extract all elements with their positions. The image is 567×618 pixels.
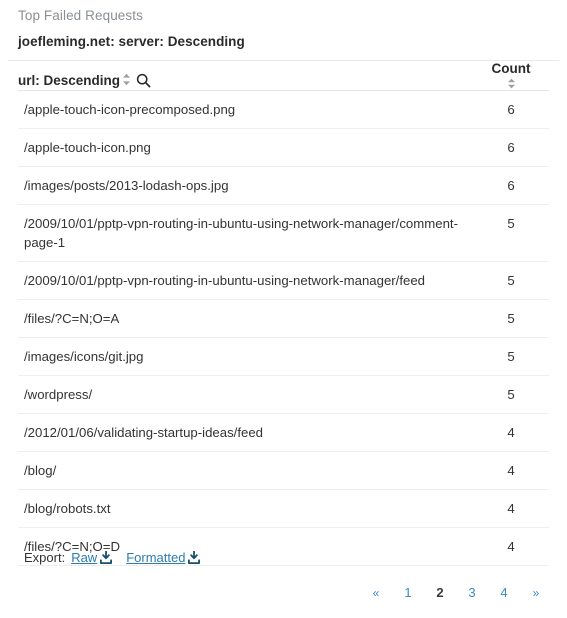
- pagination-page-4[interactable]: 4: [497, 585, 511, 600]
- column-header-url[interactable]: url: Descending: [18, 61, 473, 91]
- column-header-count[interactable]: Count: [473, 61, 549, 91]
- download-icon[interactable]: [100, 551, 113, 564]
- table-row: /apple-touch-icon-precomposed.png 6: [18, 90, 549, 129]
- cell-url: /files/?C=N;O=A: [18, 299, 473, 338]
- cell-count: 6: [473, 128, 549, 167]
- search-icon[interactable]: [136, 73, 151, 88]
- cell-url: /blog/: [18, 451, 473, 490]
- report-table-wrapper: url: Descending Count /apple-touch-icon-…: [0, 61, 567, 566]
- pagination-page-2: 2: [436, 585, 444, 600]
- table-row: /blog/4: [18, 451, 549, 490]
- cell-count: 6: [473, 90, 549, 129]
- export-label: Export:: [24, 550, 66, 565]
- pagination-next[interactable]: »: [529, 586, 543, 600]
- panel-subtitle: joefleming.net: server: Descending: [18, 34, 245, 49]
- cell-count: 4: [473, 413, 549, 452]
- table-row: /2009/10/01/pptp-vpn-routing-in-ubuntu-u…: [18, 204, 549, 262]
- panel-header: Top Failed Requests joefleming.net: serv…: [0, 0, 567, 53]
- table-row: /files/?C=N;O=A 5: [18, 299, 549, 338]
- table-row: /images/icons/git.jpg 5: [18, 337, 549, 376]
- cell-count: 4: [473, 527, 549, 566]
- cell-url: /images/icons/git.jpg: [18, 337, 473, 376]
- table-body: /apple-touch-icon-precomposed.png 6/apple…: [18, 90, 549, 566]
- export-formatted-link[interactable]: Formatted: [126, 550, 185, 565]
- table-row: /2009/10/01/pptp-vpn-routing-in-ubuntu-u…: [18, 261, 549, 300]
- pagination-prev[interactable]: «: [369, 586, 383, 600]
- cell-count: 4: [473, 489, 549, 528]
- cell-count: 5: [473, 261, 549, 300]
- table-row: /wordpress/5: [18, 375, 549, 414]
- column-header-url-label: url: Descending: [18, 73, 121, 88]
- report-table: url: Descending Count /apple-touch-icon-…: [18, 61, 549, 566]
- cell-url: /2009/10/01/pptp-vpn-routing-in-ubuntu-u…: [18, 261, 473, 300]
- pagination-page-1[interactable]: 1: [401, 585, 415, 600]
- table-header-row: url: Descending Count: [18, 61, 549, 91]
- cell-url: /apple-touch-icon.png: [18, 128, 473, 167]
- table-row: /blog/robots.txt 4: [18, 489, 549, 528]
- cell-count: 5: [473, 337, 549, 376]
- cell-url: /2012/01/06/validating-startup-ideas/fee…: [18, 413, 473, 452]
- cell-count: 6: [473, 166, 549, 205]
- column-header-count-label: Count: [491, 61, 531, 76]
- top-failed-requests-panel: Top Failed Requests joefleming.net: serv…: [0, 0, 567, 618]
- sort-updown-icon[interactable]: [507, 77, 516, 90]
- export-raw-link[interactable]: Raw: [71, 550, 97, 565]
- pagination-page-3[interactable]: 3: [465, 585, 479, 600]
- table-row: /2012/01/06/validating-startup-ideas/fee…: [18, 413, 549, 452]
- cell-count: 4: [473, 451, 549, 490]
- table-header: url: Descending Count: [18, 61, 549, 91]
- cell-url: /images/posts/2013-lodash-ops.jpg: [18, 166, 473, 205]
- cell-count: 5: [473, 204, 549, 262]
- cell-url: /apple-touch-icon-precomposed.png: [18, 90, 473, 129]
- cell-url: /2009/10/01/pptp-vpn-routing-in-ubuntu-u…: [18, 204, 473, 262]
- cell-count: 5: [473, 299, 549, 338]
- export-controls: Export: Raw Formatted: [24, 550, 214, 565]
- table-row: /apple-touch-icon.png 6: [18, 128, 549, 167]
- pagination: « 1 2 3 4 »: [369, 585, 543, 600]
- sort-updown-icon[interactable]: [122, 73, 131, 86]
- page-title: Top Failed Requests: [18, 8, 143, 23]
- download-icon[interactable]: [188, 551, 201, 564]
- cell-url: /wordpress/: [18, 375, 473, 414]
- cell-url: /blog/robots.txt: [18, 489, 473, 528]
- cell-count: 5: [473, 375, 549, 414]
- table-row: /images/posts/2013-lodash-ops.jpg 6: [18, 166, 549, 205]
